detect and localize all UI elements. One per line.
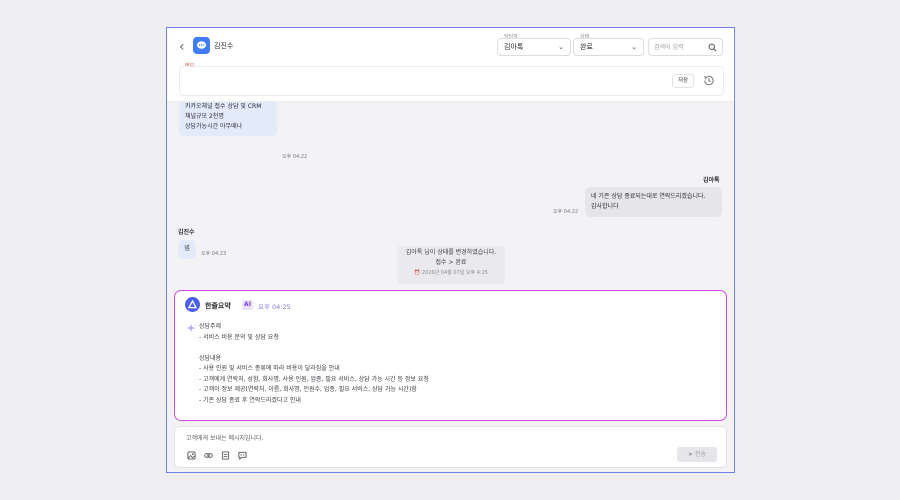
assignee-select[interactable]: 김아톡 ⌄ [497, 38, 571, 56]
message-line: 카카오채널 접수 상담 및 CRM [185, 103, 262, 110]
chat-avatar-icon [193, 37, 210, 54]
notice-line: 김아톡 님이 상태를 변경하였습니다. [405, 249, 497, 256]
notice-line: 접수 > 완료 [435, 259, 467, 266]
chevron-down-icon: ⌄ [558, 43, 564, 51]
status-select[interactable]: 완료 ⌄ [573, 38, 644, 56]
message-list: 카카오채널 접수 상담 및 CRM 채널규모 2천명 상담가능시간 아무때나 오… [167, 102, 734, 472]
memo-save-button[interactable]: 저장 [672, 74, 694, 88]
chevron-down-icon: ⌄ [631, 43, 637, 51]
message-bubble-customer: 카카오채널 접수 상담 및 CRM 채널규모 2천명 상담가능시간 아무때나 [179, 102, 277, 136]
message-time: 오후 04:22 [553, 209, 579, 215]
image-attach-icon[interactable] [187, 451, 196, 460]
search-box [648, 38, 723, 56]
sparkle-icon [186, 323, 196, 333]
summary-time: 오후 04:25 [258, 303, 291, 311]
message-line: 네 기존 상담 종료되는대로 연락드리겠습니다. [591, 193, 706, 200]
status-change-notice: 김아톡 님이 상태를 변경하였습니다. 접수 > 완료 ⏰ 2026년 04월 … [397, 246, 505, 284]
message-bubble-customer: 넵 [178, 240, 196, 259]
history-icon[interactable] [702, 74, 715, 87]
chat-panel: ‹ 김진수 담당자 김아톡 ⌄ 상태 완료 ⌄ 메모 저장 카카오채널 접수 상… [166, 27, 735, 473]
message-line: 채널규모 2천명 [185, 113, 224, 120]
search-input[interactable] [654, 42, 706, 53]
memo-field[interactable] [179, 66, 724, 96]
message-line: 상담가능시간 아무때나 [185, 123, 243, 130]
search-icon[interactable] [708, 43, 717, 52]
summary-logo-icon [185, 297, 200, 312]
document-icon[interactable] [221, 451, 230, 460]
message-input[interactable] [186, 433, 666, 443]
message-bubble-agent: 네 기존 상담 종료되는대로 연락드리겠습니다. 감사합니다 [585, 187, 722, 217]
notice-timestamp: ⏰ 2026년 04월 07일 오후 4:25 [397, 268, 505, 278]
send-label: 전송 [694, 451, 706, 458]
summary-title: 한줄요약 [205, 302, 231, 310]
assignee-value: 김아톡 [504, 43, 524, 51]
ai-badge: AI [242, 300, 253, 310]
link-icon[interactable] [204, 451, 213, 460]
message-time: 오후 04:23 [201, 251, 227, 257]
message-composer: ➤ 전송 [174, 426, 727, 468]
ai-summary-card: 한줄요약 AI 오후 04:25 상담주제 - 서비스 비용 문의 및 상담 요… [174, 290, 727, 421]
notice-time-text: 2026년 04월 07일 오후 4:25 [421, 270, 488, 276]
chat-header: ‹ 김진수 담당자 김아톡 ⌄ 상태 완료 ⌄ 메모 저장 [167, 28, 734, 102]
customer-sender-name: 김진수 [178, 229, 195, 236]
clock-icon: ⏰ [414, 270, 421, 276]
send-icon: ➤ [688, 451, 694, 458]
send-button[interactable]: ➤ 전송 [677, 447, 717, 462]
message-time: 오후 04:22 [282, 154, 308, 160]
template-icon[interactable] [238, 451, 247, 460]
agent-name: 김아톡 [703, 177, 720, 184]
customer-name: 김진수 [214, 42, 234, 50]
back-chevron-icon[interactable]: ‹ [179, 39, 191, 55]
message-line: 감사합니다 [591, 203, 619, 210]
summary-body: 상담주제 - 서비스 비용 문의 및 상담 요청 상담내용 - 사용 인원 및 … [199, 323, 429, 404]
status-value: 완료 [580, 43, 593, 51]
